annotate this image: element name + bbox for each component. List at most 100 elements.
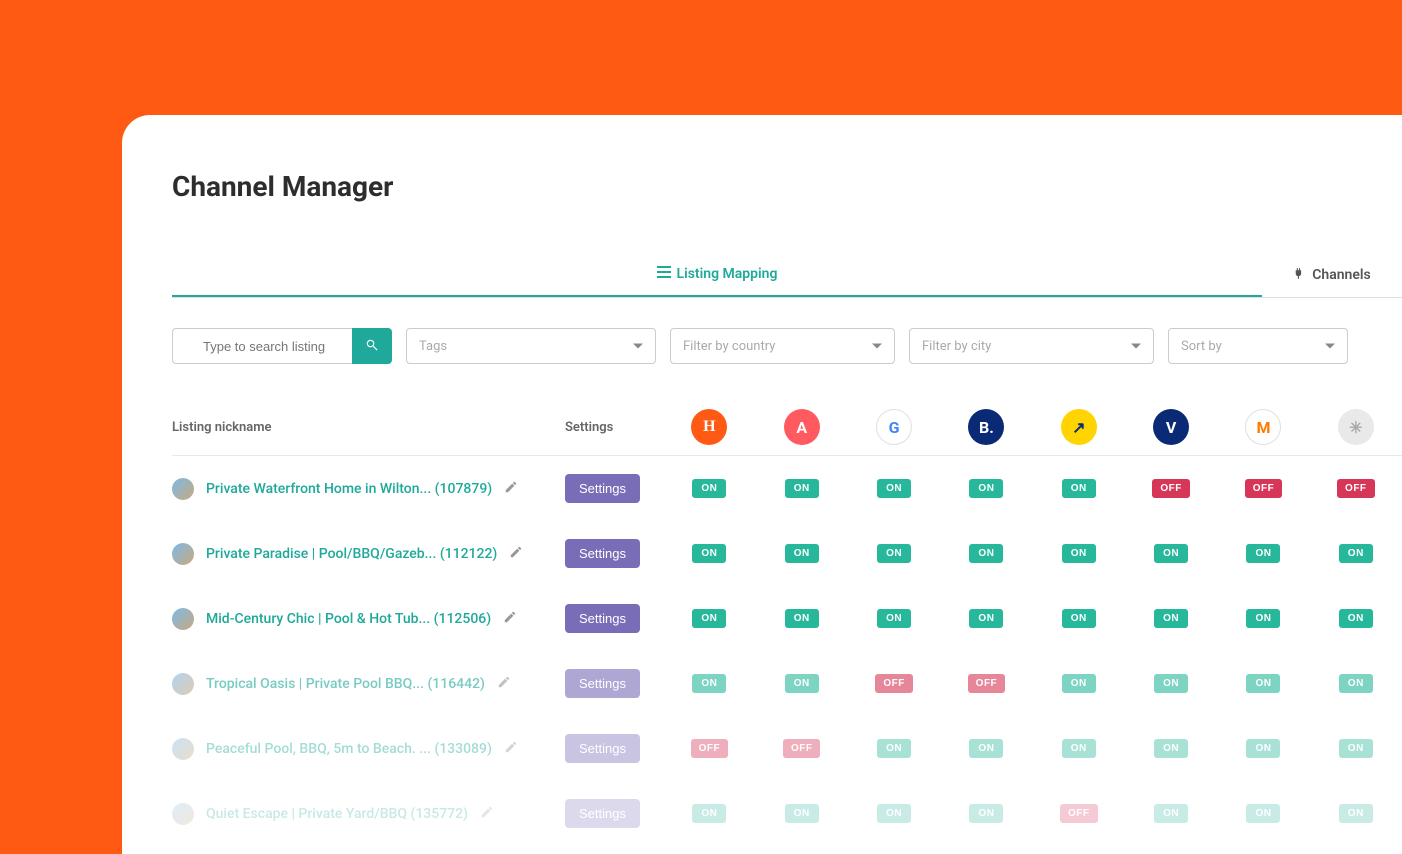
tab-channels[interactable]: Channels (1262, 253, 1402, 297)
channel-toggle-google[interactable]: ON (877, 804, 911, 823)
listing-link[interactable]: Private Paradise | Pool/BBQ/Gazeb... (11… (206, 546, 497, 562)
td-channel: ON (1310, 804, 1402, 823)
channel-toggle-airbnb[interactable]: ON (785, 609, 819, 628)
channel-toggle-expedia[interactable]: ON (1062, 739, 1096, 758)
channel-toggle-airbnb[interactable]: OFF (783, 739, 821, 758)
channel-toggle-hostfully[interactable]: ON (692, 479, 726, 498)
channel-toggle-expedia[interactable]: OFF (1060, 804, 1098, 823)
channel-toggle-booking[interactable]: OFF (968, 674, 1006, 693)
table-row: Mid-Century Chic | Pool & Hot Tub... (11… (172, 586, 1402, 651)
channel-toggle-expedia[interactable]: ON (1062, 609, 1096, 628)
channel-toggle-other[interactable]: ON (1339, 739, 1373, 758)
th-channel-vrbo: V (1125, 409, 1217, 445)
settings-button[interactable]: Settings (565, 799, 640, 828)
td-channel: ON (756, 674, 848, 693)
th-channel-google: G (848, 409, 940, 445)
td-channel: ON (940, 739, 1032, 758)
channel-toggle-other[interactable]: ON (1339, 609, 1373, 628)
td-channel: ON (1310, 739, 1402, 758)
th-channel-booking: B. (940, 409, 1032, 445)
channel-toggle-google[interactable]: ON (877, 739, 911, 758)
channel-toggle-vrbo[interactable]: ON (1154, 609, 1188, 628)
channel-toggle-hostfully[interactable]: ON (692, 804, 726, 823)
channel-toggle-marriott[interactable]: OFF (1245, 479, 1283, 498)
filter-city[interactable]: Filter by city (909, 328, 1154, 364)
edit-icon[interactable] (509, 544, 523, 563)
channel-toggle-other[interactable]: ON (1339, 544, 1373, 563)
td-channel: ON (663, 479, 755, 498)
channel-toggle-airbnb[interactable]: ON (785, 674, 819, 693)
channel-toggle-booking[interactable]: ON (969, 609, 1003, 628)
channel-toggle-airbnb[interactable]: ON (785, 479, 819, 498)
listing-link[interactable]: Tropical Oasis | Private Pool BBQ... (11… (206, 676, 485, 692)
td-channel: OFF (848, 674, 940, 693)
channel-toggle-google[interactable]: OFF (875, 674, 913, 693)
channel-toggle-other[interactable]: OFF (1337, 479, 1375, 498)
listing-link[interactable]: Quiet Escape | Private Yard/BBQ (135772) (206, 806, 468, 822)
channel-toggle-marriott[interactable]: ON (1246, 674, 1280, 693)
settings-button[interactable]: Settings (565, 669, 640, 698)
td-channel: ON (1217, 739, 1309, 758)
edit-icon[interactable] (504, 479, 518, 498)
channel-toggle-other[interactable]: ON (1339, 674, 1373, 693)
search-button[interactable] (352, 328, 392, 364)
channel-toggle-vrbo[interactable]: ON (1154, 804, 1188, 823)
channel-toggle-booking[interactable]: ON (969, 804, 1003, 823)
listing-link[interactable]: Peaceful Pool, BBQ, 5m to Beach. ... (13… (206, 741, 492, 757)
settings-button[interactable]: Settings (565, 604, 640, 633)
listing-link[interactable]: Mid-Century Chic | Pool & Hot Tub... (11… (206, 611, 491, 627)
tab-label: Channels (1312, 267, 1371, 283)
channel-toggle-expedia[interactable]: ON (1062, 674, 1096, 693)
td-channel: ON (1217, 609, 1309, 628)
channel-toggle-hostfully[interactable]: ON (692, 674, 726, 693)
channel-toggle-vrbo[interactable]: ON (1154, 739, 1188, 758)
channel-toggle-hostfully[interactable]: OFF (691, 739, 729, 758)
channel-toggle-google[interactable]: ON (877, 544, 911, 563)
td-channel: OFF (1217, 479, 1309, 498)
filter-country[interactable]: Filter by country (670, 328, 895, 364)
edit-icon[interactable] (504, 739, 518, 758)
td-channel: ON (663, 544, 755, 563)
channel-toggle-other[interactable]: ON (1339, 804, 1373, 823)
channel-toggle-marriott[interactable]: ON (1246, 544, 1280, 563)
edit-icon[interactable] (480, 804, 494, 823)
tab-listing-mapping[interactable]: Listing Mapping (172, 253, 1262, 297)
channel-toggle-expedia[interactable]: ON (1062, 479, 1096, 498)
channel-toggle-vrbo[interactable]: ON (1154, 544, 1188, 563)
listing-thumbnail (172, 673, 194, 695)
channel-toggle-airbnb[interactable]: ON (785, 544, 819, 563)
edit-icon[interactable] (497, 674, 511, 693)
channel-toggle-expedia[interactable]: ON (1062, 544, 1096, 563)
channel-toggle-vrbo[interactable]: ON (1154, 674, 1188, 693)
td-listing: Private Paradise | Pool/BBQ/Gazeb... (11… (172, 543, 565, 565)
filter-tags[interactable]: Tags (406, 328, 656, 364)
channel-toggle-vrbo[interactable]: OFF (1152, 479, 1190, 498)
channel-toggle-marriott[interactable]: ON (1246, 739, 1280, 758)
filter-sort[interactable]: Sort by (1168, 328, 1348, 364)
settings-button[interactable]: Settings (565, 734, 640, 763)
settings-button[interactable]: Settings (565, 539, 640, 568)
search-input[interactable] (172, 328, 352, 364)
channel-toggle-airbnb[interactable]: ON (785, 804, 819, 823)
settings-button[interactable]: Settings (565, 474, 640, 503)
td-settings: Settings (565, 604, 663, 633)
th-listing-nickname: Listing nickname (172, 420, 565, 435)
td-channel: ON (1033, 609, 1125, 628)
channel-toggle-hostfully[interactable]: ON (692, 609, 726, 628)
channel-toggle-hostfully[interactable]: ON (692, 544, 726, 563)
td-channel: ON (940, 804, 1032, 823)
td-channel: ON (1217, 804, 1309, 823)
listing-link[interactable]: Private Waterfront Home in Wilton... (10… (206, 481, 492, 497)
td-channel: ON (756, 479, 848, 498)
channel-toggle-marriott[interactable]: ON (1246, 609, 1280, 628)
channel-toggle-google[interactable]: ON (877, 609, 911, 628)
td-settings: Settings (565, 474, 663, 503)
channel-toggle-booking[interactable]: ON (969, 739, 1003, 758)
th-channel-hostfully: H (663, 409, 755, 445)
channel-toggle-marriott[interactable]: ON (1246, 804, 1280, 823)
channel-toggle-booking[interactable]: ON (969, 544, 1003, 563)
channel-toggle-google[interactable]: ON (877, 479, 911, 498)
vrbo-icon: V (1153, 409, 1189, 445)
edit-icon[interactable] (503, 609, 517, 628)
channel-toggle-booking[interactable]: ON (969, 479, 1003, 498)
